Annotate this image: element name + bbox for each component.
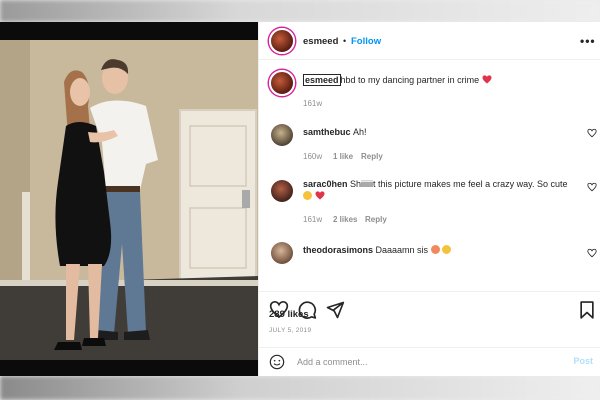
comment-body: Ah! [353,127,367,137]
comment-body: Daaaamn sis [375,245,429,255]
post-photo-illustration [0,40,258,360]
author-avatar[interactable] [269,28,295,54]
author-username[interactable]: esmeed [303,36,338,47]
caption-text: esmeed hbd to my dancing partner in crime [303,74,583,86]
post-actions [259,294,600,326]
follow-button[interactable]: Follow [351,36,381,47]
comment-likes[interactable]: 1 like [333,152,353,161]
comment-likes[interactable]: 2 likes [333,215,357,224]
bookmark-icon[interactable] [577,300,597,320]
blurred-background-bottom [0,376,600,400]
caption-body: hbd to my dancing partner in crime [340,75,480,85]
comment-username[interactable]: sarac0hen [303,179,348,189]
comment-like-heart-icon[interactable] [587,128,597,138]
red-heart-emoji-icon [482,75,492,84]
smiley-icon[interactable] [269,354,285,370]
more-options-icon[interactable]: ••• [580,34,596,48]
reply-button[interactable]: Reply [365,215,387,224]
caption-username[interactable]: esmeed [303,74,341,86]
caption-avatar[interactable] [269,70,295,96]
post-panel: esmeed • Follow ••• esmeed hbd to my danc… [258,22,600,376]
caption-time: 161w [303,99,323,108]
smiling-face-emoji-icon [442,245,452,254]
red-heart-emoji-icon [315,191,325,200]
comment-time: 160w [303,152,323,161]
add-comment-input[interactable] [297,354,547,370]
paper-plane-icon[interactable] [325,300,345,320]
post-photo[interactable] [0,22,258,376]
crying-face-emoji-icon [303,191,312,200]
comment-text: sarac0hen Shiiiiiit this picture makes m… [303,178,571,202]
comment-avatar[interactable] [271,124,293,146]
comment-body: Shiiiiiit this picture makes me feel a c… [350,179,568,189]
comment-text: theodorasimons Daaaamn sis [303,244,563,256]
comment-avatar[interactable] [271,180,293,202]
post-header: esmeed • Follow ••• [259,22,600,60]
comments-section: esmeed hbd to my dancing partner in crime… [259,60,600,292]
peach-emoji-icon [430,245,440,254]
reply-button[interactable]: Reply [361,152,383,161]
comment-avatar[interactable] [271,242,293,264]
comment-like-heart-icon[interactable] [587,182,597,192]
post-comment-button[interactable]: Post [573,356,593,366]
likes-count[interactable]: 289 likes [269,309,309,320]
separator-dot: • [343,36,347,46]
comment-username[interactable]: theodorasimons [303,245,373,255]
post-date: JULY 5, 2019 [269,327,312,334]
comment-like-heart-icon[interactable] [587,248,597,258]
comment-text: samthebuc Ah! [303,126,563,138]
comment-username[interactable]: samthebuc [303,127,351,137]
comment-time: 161w [303,215,323,224]
add-comment-bar: Post [259,347,600,376]
blurred-background-top [0,0,600,22]
